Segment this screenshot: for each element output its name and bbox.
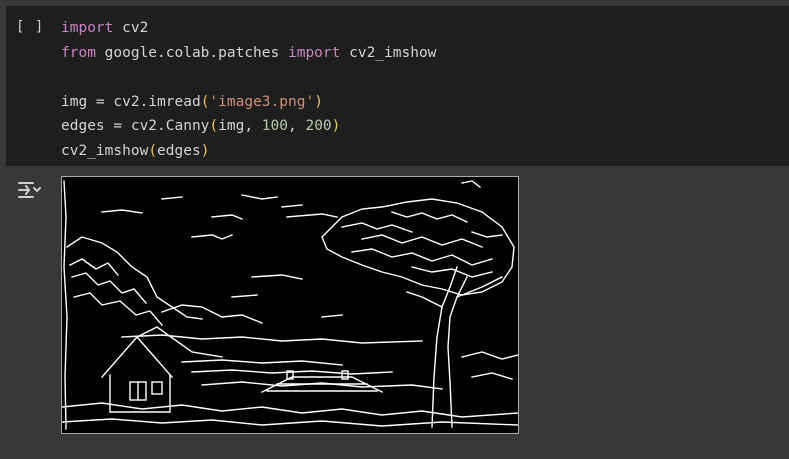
code-text: img, bbox=[218, 118, 262, 134]
paren: ( bbox=[209, 118, 219, 134]
code-text: cv2 bbox=[113, 20, 149, 36]
number-literal: 100 bbox=[261, 118, 288, 134]
keyword-from: from bbox=[61, 44, 96, 61]
number-literal: 200 bbox=[305, 118, 332, 134]
canny-edge-output-image bbox=[61, 176, 519, 434]
paren: ( bbox=[148, 142, 158, 159]
keyword-import: import bbox=[287, 44, 341, 61]
paren: ) bbox=[200, 142, 210, 159]
code-text: edges bbox=[157, 142, 201, 159]
string-literal: 'image3.png' bbox=[209, 93, 315, 110]
output-actions-icon[interactable] bbox=[16, 178, 42, 202]
paren: ) bbox=[314, 93, 323, 110]
code-text: google.colab.patches bbox=[95, 44, 288, 61]
code-text: img = cv2.imread bbox=[61, 93, 201, 110]
code-text: cv2_imshow bbox=[61, 142, 149, 159]
code-text: , bbox=[288, 118, 306, 134]
code-text: edges = cv2.Canny bbox=[61, 118, 210, 134]
code-text: cv2_imshow bbox=[340, 44, 437, 61]
paren: ) bbox=[331, 118, 341, 134]
run-cell-button[interactable]: [ ] bbox=[16, 19, 44, 35]
keyword-import: import bbox=[61, 20, 114, 36]
cell-output-area bbox=[0, 166, 789, 459]
code-cell[interactable]: [ ] import cv2 from google.colab.patches… bbox=[6, 6, 789, 166]
code-editor[interactable]: import cv2 from google.colab.patches imp… bbox=[61, 16, 436, 163]
